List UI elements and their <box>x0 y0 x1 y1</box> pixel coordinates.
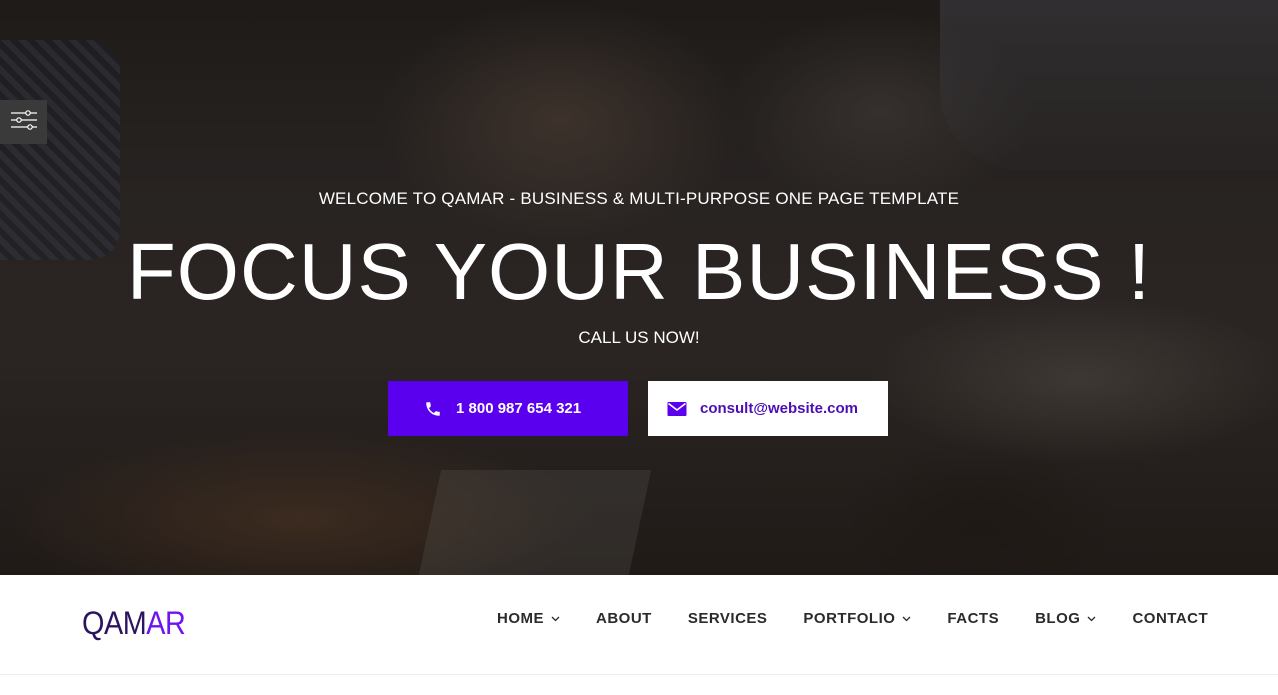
nav-item-label: ABOUT <box>596 610 652 627</box>
chevron-down-icon <box>551 616 560 622</box>
nav-item-home[interactable]: HOME <box>497 610 560 627</box>
nav-item-label: HOME <box>497 610 544 627</box>
envelope-icon <box>666 398 688 420</box>
logo-text-part1: QAM <box>82 605 147 641</box>
nav-item-facts[interactable]: FACTS <box>947 610 999 627</box>
nav-item-label: PORTFOLIO <box>803 610 896 627</box>
nav-item-label: BLOG <box>1035 610 1081 627</box>
nav-item-contact[interactable]: CONTACT <box>1132 610 1208 627</box>
nav-item-services[interactable]: SERVICES <box>688 610 768 627</box>
nav-item-about[interactable]: ABOUT <box>596 610 652 627</box>
hero-cta-text: CALL US NOW! <box>578 328 700 347</box>
hero-section: WELCOME TO QAMAR - BUSINESS & MULTI-PURP… <box>0 0 1278 575</box>
nav-item-label: FACTS <box>947 610 1000 627</box>
phone-icon <box>422 398 444 420</box>
nav-item-label: SERVICES <box>687 610 768 627</box>
email-button[interactable]: consult@website.com <box>648 381 888 436</box>
hero-subtitle: WELCOME TO QAMAR - BUSINESS & MULTI-PURP… <box>318 189 960 208</box>
nav-item-portfolio[interactable]: PORTFOLIO <box>803 610 911 627</box>
hero-title: FOCUS YOUR BUSINESS ! <box>126 227 1152 316</box>
phone-button[interactable]: 1 800 987 654 321 <box>388 381 628 436</box>
logo-text-part2: AR <box>146 605 186 641</box>
nav-item-label: CONTACT <box>1132 610 1209 627</box>
sliders-icon <box>10 108 38 137</box>
nav-item-blog[interactable]: BLOG <box>1035 610 1096 627</box>
chevron-down-icon <box>902 616 911 622</box>
nav-menu: HOME ABOUT SERVICES PORTFOLIO FACTS BLOG <box>497 610 1208 627</box>
main-navbar: QAMAR HOME ABOUT SERVICES PORTFOLIO FACT… <box>0 575 1278 675</box>
phone-number: 1 800 987 654 321 <box>456 400 582 417</box>
page-bottom-area <box>0 676 1278 695</box>
email-address: consult@website.com <box>700 400 858 417</box>
site-logo[interactable]: QAMAR <box>82 605 186 642</box>
settings-toggle-button[interactable] <box>0 100 47 144</box>
hero-content: WELCOME TO QAMAR - BUSINESS & MULTI-PURP… <box>0 0 1278 575</box>
chevron-down-icon <box>1087 616 1096 622</box>
